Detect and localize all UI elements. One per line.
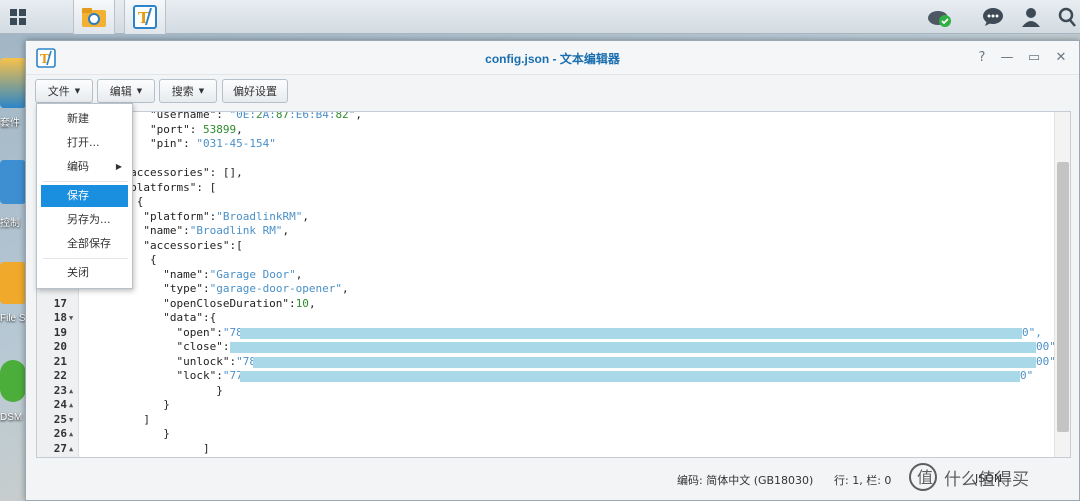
fold-toggle-icon[interactable]: ▲ bbox=[69, 427, 73, 442]
submenu-arrow-icon: ▶ bbox=[115, 162, 122, 171]
desktop-package-center-icon[interactable] bbox=[0, 58, 26, 108]
line-number: 22 bbox=[53, 369, 67, 382]
window-titlebar[interactable]: T config.json - 文本编辑器 ? — ▭ ✕ bbox=[26, 41, 1079, 75]
line-number: 17 bbox=[53, 296, 67, 310]
edit-menu-button[interactable]: 编辑 ▼ bbox=[97, 79, 155, 103]
window-title: config.json - 文本编辑器 bbox=[485, 52, 620, 66]
line-number: 24 bbox=[53, 398, 67, 411]
code-line-tail: 0", bbox=[1022, 325, 1042, 339]
menu-item-save-as[interactable]: 另存为... bbox=[41, 209, 128, 231]
menu-separator bbox=[43, 181, 128, 182]
grid-icon bbox=[10, 9, 26, 25]
watermark: 值 什么值得买 bbox=[908, 458, 1078, 496]
desktop-dsm-icon[interactable] bbox=[0, 360, 26, 402]
search-icon[interactable] bbox=[1054, 0, 1080, 34]
minimize-button[interactable]: — bbox=[998, 49, 1016, 67]
menu-item-open[interactable]: 打开... bbox=[41, 132, 128, 154]
vertical-scrollbar[interactable] bbox=[1054, 112, 1070, 457]
taskbar: T bbox=[0, 0, 1080, 34]
cursor-position: 行: 1, 栏: 0 bbox=[834, 474, 892, 487]
desktop-label-package: 套件 bbox=[0, 118, 20, 129]
code-text: "lock":"7729 bbox=[97, 369, 256, 382]
search-menu-label: 搜索 bbox=[171, 85, 194, 98]
caret-down-icon: ▼ bbox=[198, 87, 205, 95]
line-number: 23 bbox=[53, 383, 67, 397]
code-text: } bbox=[97, 398, 170, 411]
encoding-status[interactable]: 编码: 简体中文 (GB18030) bbox=[677, 472, 813, 488]
code-area[interactable]: "username": "0E:2A:87:E6:B4:82", "port":… bbox=[37, 111, 1063, 457]
menu-item-save[interactable]: 保存 bbox=[41, 185, 128, 207]
fold-toggle-icon[interactable]: ▼ bbox=[69, 311, 73, 326]
code-text: "open":"7838 bbox=[97, 325, 256, 339]
code-text: } bbox=[97, 383, 223, 397]
folder-search-icon bbox=[82, 8, 106, 27]
code-text: "username": "0E:2A:87:E6:B4:82", bbox=[97, 111, 362, 121]
cloud-sync-icon[interactable] bbox=[924, 0, 954, 34]
caret-down-icon: ▼ bbox=[74, 87, 81, 95]
toolbar: 文件 ▼ 编辑 ▼ 搜索 ▼ 偏好设置 bbox=[26, 75, 1079, 109]
desktop-label-control: 控制 bbox=[0, 218, 20, 229]
redaction-bar bbox=[240, 371, 1020, 382]
redaction-bar bbox=[253, 356, 1036, 368]
caret-down-icon: ▼ bbox=[136, 87, 143, 95]
line-number: 26 bbox=[53, 427, 67, 440]
edit-menu-label: 编辑 bbox=[109, 85, 132, 98]
code-text: "data":{ bbox=[97, 311, 217, 324]
code-text: ] bbox=[97, 441, 210, 455]
preferences-label: 偏好设置 bbox=[233, 85, 277, 98]
notifications-icon[interactable] bbox=[980, 0, 1006, 34]
close-button[interactable]: ✕ bbox=[1052, 49, 1070, 67]
code-text: "type":"garage-door-opener", bbox=[97, 282, 349, 295]
text-editor-window: T config.json - 文本编辑器 ? — ▭ ✕ 文件 ▼ 编辑 ▼ 搜索… bbox=[25, 40, 1080, 501]
preferences-button[interactable]: 偏好设置 bbox=[222, 79, 288, 103]
menu-item-encoding-label: 编码 bbox=[67, 160, 89, 173]
watermark-text: 什么值得买 bbox=[944, 469, 1029, 490]
file-menu-label: 文件 bbox=[47, 85, 70, 98]
scrollbar-thumb[interactable] bbox=[1057, 162, 1069, 432]
taskbar-app-text-editor[interactable]: T bbox=[124, 0, 166, 34]
file-dropdown-menu: 新建 打开... 编码 ▶ 保存 另存为... 全部保存 关闭 bbox=[36, 103, 133, 289]
code-line-tail: 0" bbox=[1020, 369, 1034, 382]
menu-separator bbox=[43, 258, 128, 259]
svg-text:值: 值 bbox=[917, 468, 933, 487]
line-number: 20 bbox=[53, 340, 67, 353]
fold-toggle-icon[interactable]: ▲ bbox=[69, 398, 73, 413]
code-text: ] bbox=[97, 412, 150, 426]
code-text: "openCloseDuration":10, bbox=[97, 296, 316, 310]
line-number: 18 bbox=[53, 311, 67, 324]
watermark-logo-icon: 值 bbox=[909, 463, 937, 491]
line-number: 25 bbox=[53, 412, 67, 426]
fold-toggle-icon[interactable]: ▼ bbox=[69, 413, 73, 428]
main-menu-button[interactable] bbox=[0, 0, 36, 34]
help-button[interactable]: ? bbox=[973, 49, 991, 67]
menu-item-new[interactable]: 新建 bbox=[41, 108, 128, 130]
code-editor[interactable]: "username": "0E:2A:87:E6:B4:82", "port":… bbox=[36, 111, 1071, 458]
maximize-button[interactable]: ▭ bbox=[1025, 49, 1043, 67]
file-menu-button[interactable]: 文件 ▼ bbox=[35, 79, 93, 103]
desktop-label-dsm: DSM bbox=[0, 412, 23, 423]
line-number: 19 bbox=[53, 325, 67, 339]
line-number: 27 bbox=[53, 441, 67, 455]
line-number: 21 bbox=[53, 354, 67, 368]
menu-item-close[interactable]: 关闭 bbox=[41, 262, 128, 284]
search-menu-button[interactable]: 搜索 ▼ bbox=[159, 79, 217, 103]
fold-toggle-icon[interactable]: ▲ bbox=[69, 384, 73, 399]
redaction-bar bbox=[230, 342, 1036, 353]
code-text: "unlock":"782d3 bbox=[97, 354, 275, 368]
menu-item-encoding[interactable]: 编码 ▶ bbox=[41, 156, 128, 178]
redaction-bar bbox=[240, 327, 1022, 339]
code-text: } bbox=[97, 427, 170, 440]
code-text: "close":"7 bbox=[97, 340, 242, 353]
desktop-control-panel-icon[interactable] bbox=[0, 160, 26, 204]
menu-item-save-all[interactable]: 全部保存 bbox=[41, 233, 128, 255]
taskbar-app-file-station[interactable] bbox=[73, 0, 115, 34]
desktop-file-station-icon[interactable] bbox=[0, 262, 26, 304]
user-icon[interactable] bbox=[1018, 0, 1044, 34]
fold-toggle-icon[interactable]: ▲ bbox=[69, 442, 73, 457]
desktop-label-file: File S bbox=[0, 313, 26, 324]
text-editor-icon: T bbox=[133, 5, 157, 29]
